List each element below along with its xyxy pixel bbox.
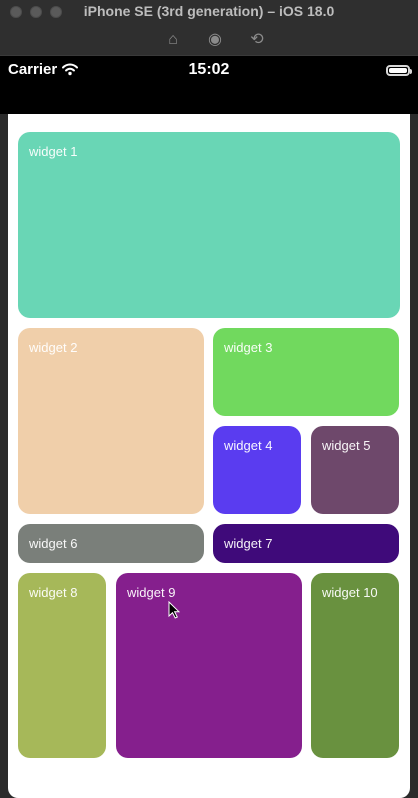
widget-7-tile[interactable]: widget 7	[213, 524, 399, 563]
widget-3-tile[interactable]: widget 3	[213, 328, 399, 416]
widget-10-label: widget 10	[322, 585, 378, 600]
rotate-icon[interactable]: ⟲	[248, 31, 266, 49]
home-icon[interactable]: ⌂	[164, 31, 182, 49]
widget-9-tile[interactable]: widget 9	[116, 573, 302, 758]
battery-icon	[386, 65, 412, 76]
window-title: iPhone SE (3rd generation) – iOS 18.0	[83, 3, 335, 19]
widget-6-tile[interactable]: widget 6	[18, 524, 204, 563]
simulator-toolbar: ⌂ ◉ ⟲	[0, 31, 418, 49]
widget-6-label: widget 6	[29, 536, 78, 551]
ios-status-bar: Carrier 15:02	[0, 56, 418, 114]
widget-4-label: widget 4	[224, 438, 273, 453]
cursor-icon	[168, 601, 180, 619]
widget-10-tile[interactable]: widget 10	[311, 573, 399, 758]
widget-5-tile[interactable]: widget 5	[311, 426, 399, 514]
simulator-frame: iPhone SE (3rd generation) – iOS 18.0 ⌂ …	[0, 0, 418, 798]
widget-1-tile[interactable]: widget 1	[18, 132, 400, 318]
widget-8-label: widget 8	[29, 585, 78, 600]
simulator-window-bar: iPhone SE (3rd generation) – iOS 18.0 ⌂ …	[0, 0, 418, 56]
widget-7-label: widget 7	[224, 536, 273, 551]
widget-2-label: widget 2	[29, 340, 78, 355]
widget-4-tile[interactable]: widget 4	[213, 426, 301, 514]
widget-8-tile[interactable]: widget 8	[18, 573, 106, 758]
status-time: 15:02	[188, 61, 230, 78]
widget-5-label: widget 5	[322, 438, 371, 453]
widget-1-label: widget 1	[29, 144, 78, 159]
widget-9-label: widget 9	[127, 585, 176, 600]
widget-2-tile[interactable]: widget 2	[18, 328, 204, 514]
camera-icon[interactable]: ◉	[206, 31, 224, 49]
battery-level	[389, 68, 407, 73]
widget-3-label: widget 3	[224, 340, 273, 355]
widget-grid-screen: widget 1 widget 2 widget 3 widget 4 widg…	[8, 114, 410, 798]
